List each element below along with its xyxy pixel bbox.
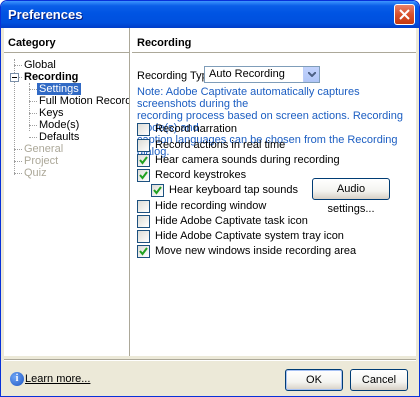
checkbox-box[interactable]: [137, 245, 150, 258]
close-button[interactable]: [394, 4, 415, 25]
checkbox-box[interactable]: [137, 169, 150, 182]
checkbox-label: Hide Adobe Captivate system tray icon: [155, 230, 344, 242]
checkbox-label: Hide recording window: [155, 200, 267, 212]
recording-header-divider: [132, 52, 416, 54]
tree-item-label: Global: [24, 59, 56, 71]
collapse-recording-icon[interactable]: [10, 73, 19, 82]
checkbox-box[interactable]: [137, 200, 150, 213]
ok-button[interactable]: OK: [285, 369, 343, 391]
recording-header: Recording: [137, 37, 192, 49]
checkmark-icon: [139, 247, 148, 256]
tree-connector: [14, 173, 22, 174]
tree-connector: [14, 149, 22, 150]
tree-item-label: Mode(s): [39, 119, 80, 131]
checkmark-icon: [139, 156, 148, 165]
tree-connector: [29, 83, 30, 131]
tree-connector: [29, 89, 37, 90]
checkbox-label: Hear camera sounds during recording: [155, 154, 340, 166]
tree-item-label: General: [24, 143, 64, 155]
checkbox-label: Record actions in real time: [155, 139, 286, 151]
category-pane: Category Global Recording Settings Full …: [4, 28, 146, 356]
checkmark-icon: [139, 171, 148, 180]
info-icon: i: [10, 372, 24, 386]
dropdown-button[interactable]: [303, 67, 319, 82]
tree-connector: [29, 137, 37, 138]
tree-item-label: Keys: [39, 107, 64, 119]
window-title: Preferences: [8, 7, 83, 22]
note-line: Note: Adobe Captivate automatically capt…: [137, 86, 360, 110]
checkbox-box[interactable]: [137, 230, 150, 243]
audio-settings-button[interactable]: Audio settings...: [312, 178, 390, 215]
tree-item-label: Settings: [37, 83, 81, 95]
tree-item-label: Defaults: [39, 131, 80, 143]
category-header: Category: [8, 37, 56, 49]
checkbox-box[interactable]: [137, 154, 150, 167]
tree-connector: [14, 161, 22, 162]
close-icon: [399, 9, 410, 20]
tree-connector: [19, 77, 22, 78]
checkbox-label: Hear keyboard tap sounds: [169, 184, 299, 196]
recording-type-select[interactable]: Auto Recording: [204, 66, 320, 83]
checkbox-label: Hide Adobe Captivate task icon: [155, 215, 308, 227]
cancel-button[interactable]: Cancel: [350, 369, 408, 391]
tree-item-label: Recording: [24, 71, 79, 83]
checkbox-label: Record keystrokes: [155, 169, 247, 181]
checkbox-box[interactable]: [137, 215, 150, 228]
title-bar[interactable]: Preferences: [1, 1, 419, 28]
chevron-down-icon: [308, 72, 316, 77]
category-header-divider: [4, 52, 129, 54]
checkbox-label: Move new windows inside recording area: [155, 245, 357, 257]
tree-item-label: Quiz: [24, 167, 47, 179]
checkbox-box[interactable]: [151, 184, 164, 197]
recording-type-value: Auto Recording: [209, 68, 285, 80]
checkbox-box[interactable]: [137, 123, 150, 136]
tree-connector: [29, 113, 37, 114]
pane-divider: [129, 28, 131, 356]
preferences-window: Preferences Category Global Recording Se…: [0, 0, 420, 397]
tree-item-quiz[interactable]: Quiz: [24, 167, 47, 180]
tree-connector: [29, 101, 37, 102]
footer-divider: [4, 359, 416, 361]
tree-connector: [14, 65, 22, 66]
learn-more-link[interactable]: Learn more...: [25, 373, 90, 385]
checkbox-box[interactable]: [137, 139, 150, 152]
tree-item-label: Project: [24, 155, 59, 167]
checkbox-label: Record narration: [155, 123, 237, 135]
tree-connector: [29, 125, 37, 126]
recording-pane: Recording Recording Type: Auto Recording…: [132, 28, 416, 356]
dialog-content: Category Global Recording Settings Full …: [4, 28, 416, 356]
checkmark-icon: [153, 186, 162, 195]
